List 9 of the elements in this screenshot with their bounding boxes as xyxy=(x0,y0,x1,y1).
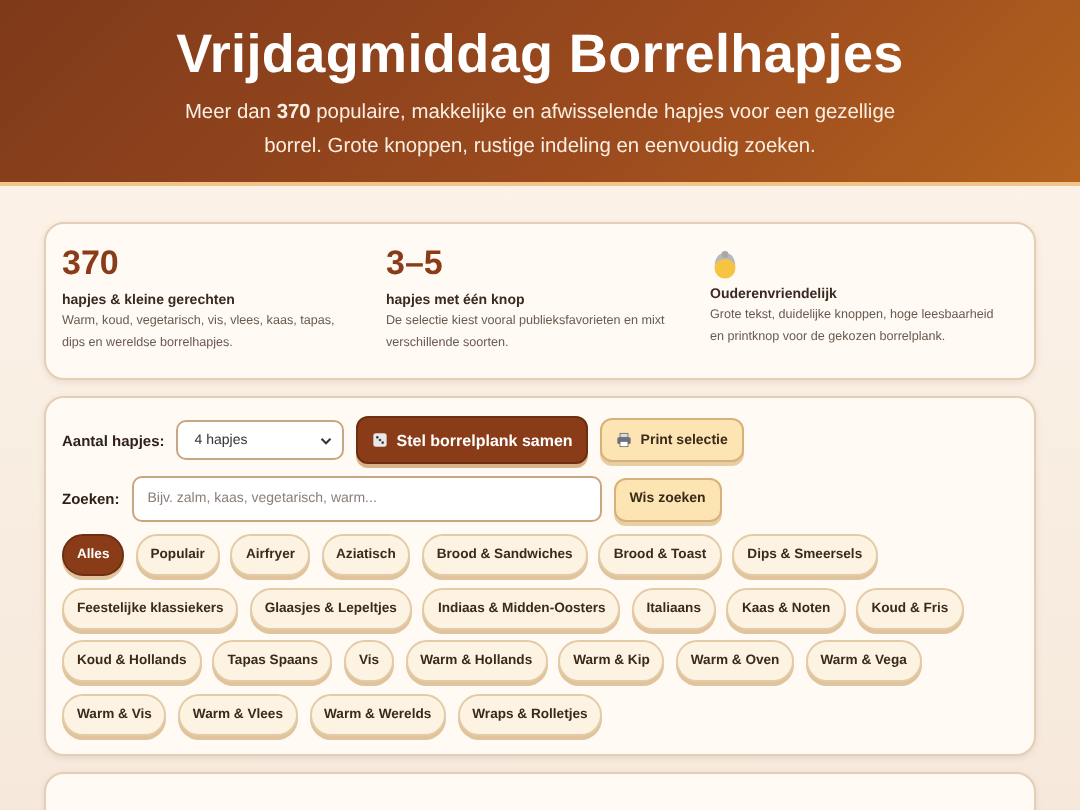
elderly-person-icon xyxy=(710,248,740,282)
stat-number: 370 xyxy=(62,244,121,286)
printer-icon xyxy=(616,432,633,448)
page-title: Vrijdagmiddag Borrelhapjes xyxy=(174,24,906,86)
page-subtitle: Meer dan 370 populaire, makkelijke en afwisselende hapjes voor een gezellige borrel. Grote knoppen, rustige indeling en eenvoudig zoeken. xyxy=(182,100,898,162)
caret-icon xyxy=(320,435,333,445)
compose-button[interactable]: Stel borrelplank samen xyxy=(356,416,589,464)
dice-icon xyxy=(372,432,389,448)
stat-number: 3–5 xyxy=(386,244,445,286)
